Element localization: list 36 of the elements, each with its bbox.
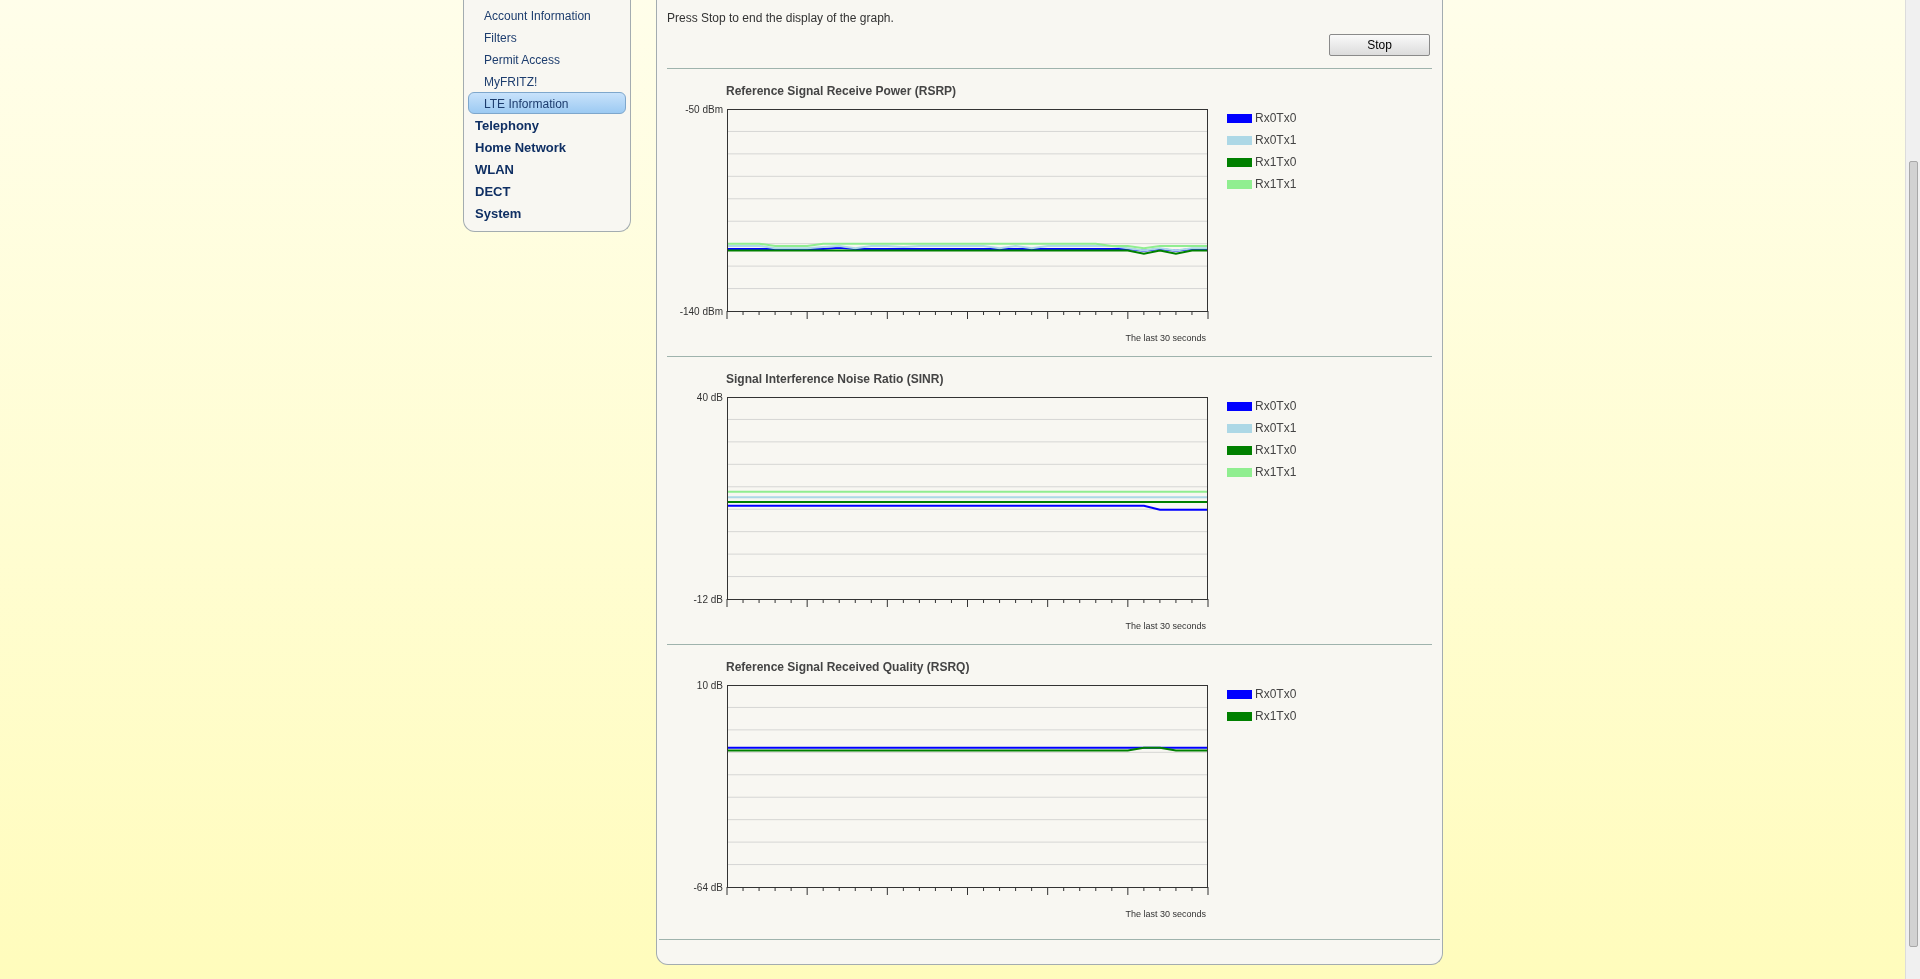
legend-label: Rx0Tx0 [1255, 398, 1297, 415]
x-axis-label: The last 30 seconds [1125, 621, 1206, 629]
y-axis-label: -140 dBm [679, 306, 723, 317]
y-axis-label: 40 dB [696, 392, 723, 403]
legend-label: Rx1Tx0 [1255, 708, 1297, 725]
chart-title: Signal Interference Noise Ratio (SINR) [726, 371, 945, 387]
chart-title: Reference Signal Receive Power (RSRP) [726, 83, 958, 99]
y-axis-label: -64 dB [693, 882, 723, 893]
sidebar-item[interactable]: MyFRITZ! [468, 70, 626, 92]
legend-label: Rx0Tx1 [1255, 420, 1297, 437]
intro-text: Press Stop to end the display of the graph. [667, 10, 895, 26]
sidebar-item[interactable]: Home Network [468, 136, 626, 158]
chart-title: Reference Signal Received Quality (RSRQ) [726, 659, 971, 675]
scrollbar[interactable] [1905, 0, 1920, 979]
sidebar-item[interactable]: WLAN [468, 158, 626, 180]
legend-label: Rx0Tx0 [1255, 110, 1297, 127]
x-axis-label: The last 30 seconds [1125, 333, 1206, 341]
y-axis-label: -12 dB [693, 594, 723, 605]
sidebar-item[interactable]: Telephony [468, 114, 626, 136]
legend-label: Rx0Tx1 [1255, 132, 1297, 149]
sidebar-item[interactable]: Permit Access [468, 48, 626, 70]
sidebar-item[interactable]: Filters [468, 26, 626, 48]
sidebar-item[interactable]: System [468, 202, 626, 224]
legend-label: Rx1Tx0 [1255, 442, 1297, 459]
legend-label: Rx1Tx1 [1255, 176, 1297, 193]
sidebar-item[interactable]: Account Information [468, 4, 626, 26]
legend-label: Rx0Tx0 [1255, 686, 1297, 703]
sidebar-item[interactable]: LTE Information [468, 92, 626, 114]
stop-button[interactable]: Stop [1329, 34, 1430, 56]
y-axis-label: 10 dB [696, 680, 723, 691]
x-axis-label: The last 30 seconds [1125, 909, 1206, 917]
y-axis-label: -50 dBm [685, 104, 723, 115]
legend-label: Rx1Tx0 [1255, 154, 1297, 171]
scrollbar-thumb[interactable] [1908, 161, 1918, 947]
sidebar-item[interactable]: DECT [468, 180, 626, 202]
legend-label: Rx1Tx1 [1255, 464, 1297, 481]
